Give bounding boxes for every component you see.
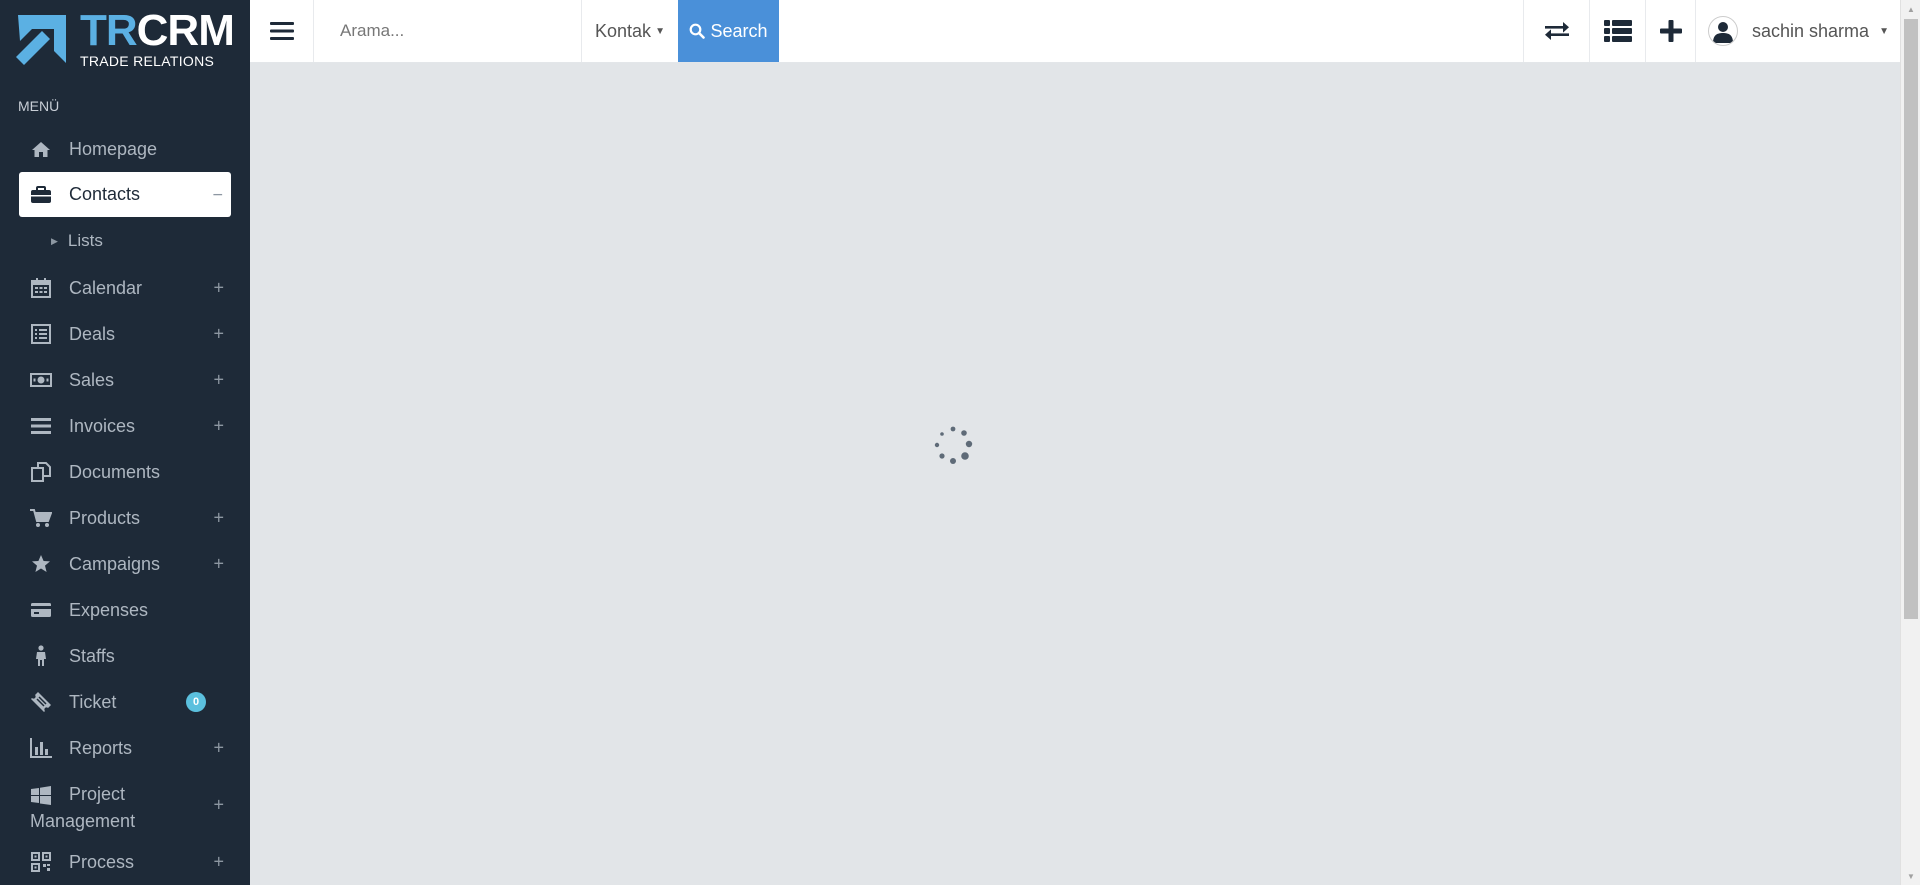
expand-toggle-icon[interactable]: +: [213, 324, 224, 345]
qrcode-icon: [30, 851, 52, 873]
sidebar-item-deals[interactable]: Deals +: [0, 311, 250, 357]
briefcase-icon: [30, 184, 52, 206]
sidebar-item-expenses[interactable]: Expenses: [0, 587, 250, 633]
bar-chart-icon: [30, 737, 52, 759]
copy-icon: [30, 461, 52, 483]
logo-arrow-icon: [16, 15, 66, 65]
sidebar-item-label: Reports: [69, 737, 133, 758]
main-content: [250, 63, 1900, 885]
scroll-down-arrow-icon[interactable]: ▼: [1901, 867, 1920, 885]
task-list-button[interactable]: [1589, 0, 1645, 62]
sidebar-item-label: Campaigns: [69, 553, 161, 574]
search-type-dropdown[interactable]: Kontak ▼: [582, 0, 678, 62]
search-button-label: Search: [710, 20, 768, 41]
caret-down-icon: ▼: [1879, 25, 1889, 37]
loading-spinner-icon: [934, 426, 973, 464]
hamburger-icon: [269, 22, 294, 40]
male-icon: [30, 645, 52, 667]
expand-toggle-icon[interactable]: +: [213, 416, 224, 437]
sidebar-item-label: Calendar: [69, 277, 143, 298]
search-type-label: Kontak: [595, 20, 652, 41]
money-icon: [30, 369, 52, 391]
sidebar-item-sales[interactable]: Sales +: [0, 357, 250, 403]
sidebar-item-label: Deals: [69, 323, 116, 344]
calendar-icon: [30, 277, 52, 299]
sidebar-item-label: Products: [69, 507, 141, 528]
sidebar-item-label: Process: [69, 851, 135, 872]
ticket-count-badge: 0: [186, 692, 206, 712]
logo-tagline: TRADE RELATIONS: [80, 52, 215, 69]
sidebar-item-calendar[interactable]: Calendar +: [0, 265, 250, 311]
sidebar-item-label: Sales: [69, 369, 115, 390]
sidebar-item-contacts[interactable]: Contacts −: [19, 172, 231, 217]
sidebar-item-label: Ticket: [69, 691, 117, 712]
logo[interactable]: TRCRM TRADE RELATIONS: [0, 0, 250, 78]
cart-icon: [30, 507, 52, 529]
sidebar-item-label: Expenses: [69, 599, 149, 620]
search-icon: [690, 23, 706, 39]
sidebar-subitem-label: Lists: [67, 231, 103, 250]
sidebar-item-campaigns[interactable]: Campaigns +: [0, 541, 250, 587]
topbar: Kontak ▼ Search sachin sharma ▼: [250, 0, 1900, 63]
list-alt-icon: [30, 323, 52, 345]
bars-icon: [30, 415, 52, 437]
user-menu-dropdown[interactable]: sachin sharma ▼: [1695, 0, 1900, 62]
logo-tr-text: TR: [80, 5, 138, 55]
plus-icon: [1659, 20, 1682, 42]
logo-crm-text: CRM: [136, 5, 235, 55]
expand-toggle-icon[interactable]: +: [213, 370, 224, 391]
sidebar-item-reports[interactable]: Reports +: [0, 725, 250, 771]
collapse-toggle-icon[interactable]: −: [212, 184, 223, 205]
sidebar-item-products[interactable]: Products +: [0, 495, 250, 541]
sidebar-item-staffs[interactable]: Staffs: [0, 633, 250, 679]
add-new-button[interactable]: [1645, 0, 1695, 62]
expand-toggle-icon[interactable]: +: [213, 554, 224, 575]
menu-header: MENÜ: [18, 98, 60, 114]
sidebar-item-label-line2: Management: [30, 811, 136, 831]
expand-toggle-icon[interactable]: +: [213, 852, 224, 873]
vertical-scrollbar[interactable]: ▲ ▼: [1900, 0, 1920, 885]
sidebar-item-documents[interactable]: Documents: [0, 449, 250, 495]
caret-down-icon: ▼: [655, 25, 665, 37]
sidebar-item-process[interactable]: Process +: [0, 839, 250, 885]
sidebar-item-label: Contacts: [69, 184, 141, 204]
sidebar-item-label: Documents: [69, 461, 161, 482]
sidebar-item-label-line1: Project: [69, 784, 126, 804]
list-icon: [1603, 20, 1632, 42]
scroll-up-arrow-icon[interactable]: ▲: [1901, 0, 1920, 18]
sidebar-item-homepage[interactable]: Homepage: [0, 126, 250, 172]
sidebar-menu: Homepage Contacts − ▶ Lists Calendar + D…: [0, 126, 250, 885]
windows-icon: [30, 785, 52, 807]
expand-toggle-icon[interactable]: +: [213, 278, 224, 299]
sidebar-toggle-button[interactable]: [250, 0, 314, 62]
sidebar-item-label: Invoices: [69, 415, 136, 436]
user-name: sachin sharma: [1752, 20, 1870, 41]
star-icon: [30, 553, 52, 575]
sidebar-item-invoices[interactable]: Invoices +: [0, 403, 250, 449]
expand-toggle-icon[interactable]: +: [213, 508, 224, 529]
search-button[interactable]: Search: [678, 0, 779, 62]
expand-toggle-icon[interactable]: +: [213, 795, 224, 816]
avatar: [1708, 16, 1738, 46]
sidebar-item-label: Homepage: [69, 138, 158, 159]
caret-right-icon: ▶: [51, 235, 58, 246]
exchange-icon: [1544, 22, 1569, 40]
expand-toggle-icon[interactable]: +: [213, 738, 224, 759]
sidebar-item-ticket[interactable]: Ticket 0: [0, 679, 250, 725]
sidebar-item-project-management[interactable]: Project Management +: [0, 771, 250, 839]
sidebar-item-label: Staffs: [69, 645, 115, 666]
sidebar-subitem-lists[interactable]: ▶ Lists: [0, 217, 250, 265]
scrollbar-thumb[interactable]: [1904, 19, 1918, 619]
ticket-icon: [30, 691, 52, 713]
exchange-button[interactable]: [1523, 0, 1589, 62]
user-icon: [1713, 22, 1733, 43]
search-input[interactable]: [314, 0, 582, 62]
sidebar: TRCRM TRADE RELATIONS MENÜ Homepage Cont…: [0, 0, 250, 885]
home-icon: [30, 138, 52, 160]
sidebar-item-label: Project Management: [30, 781, 135, 835]
credit-card-icon: [30, 599, 52, 621]
